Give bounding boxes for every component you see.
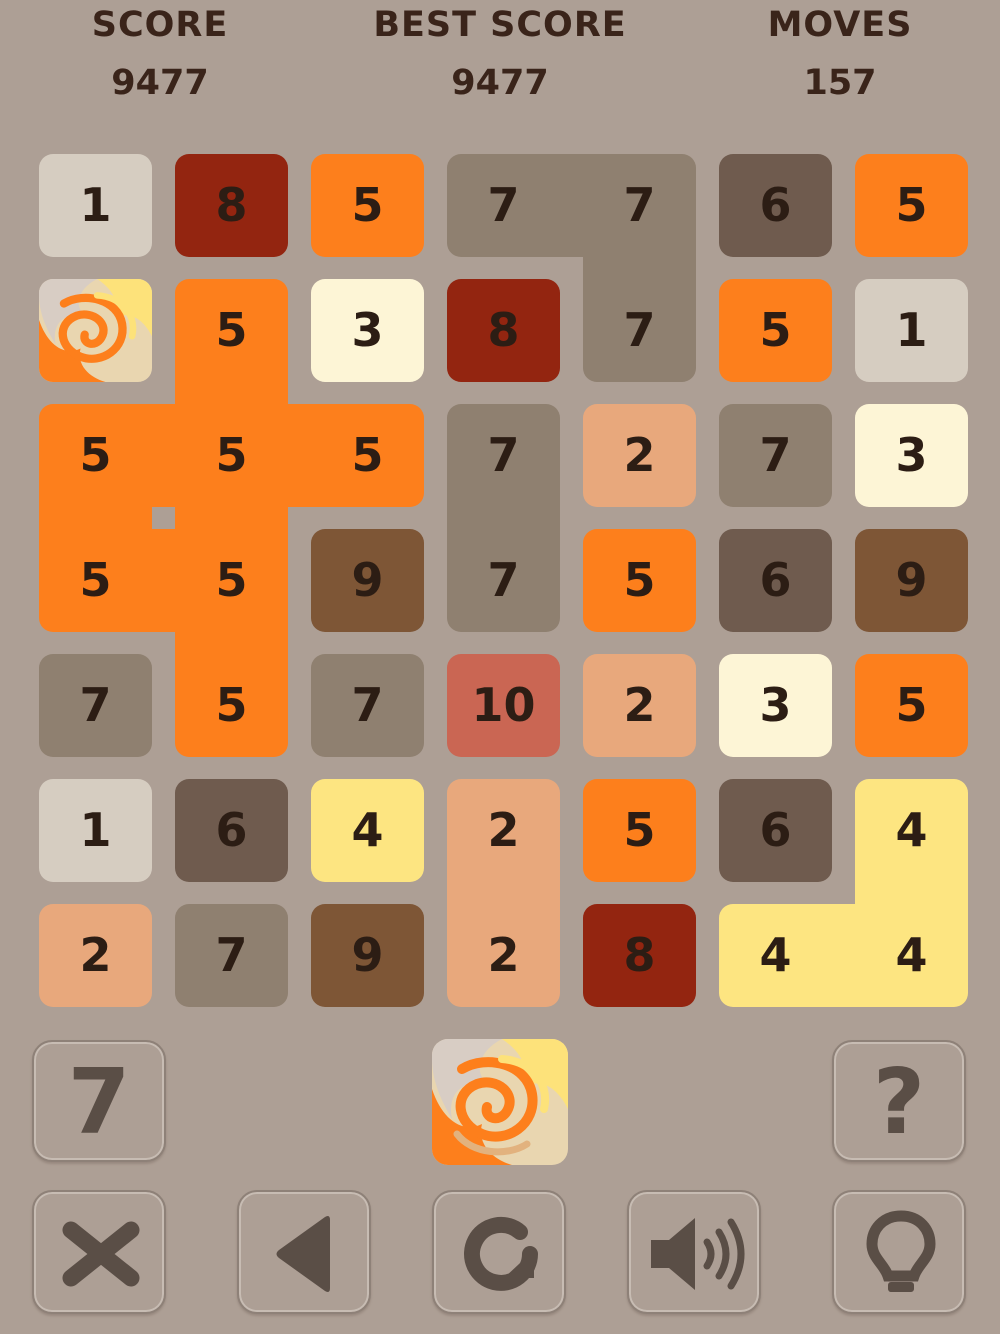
tile-number: 1 [79,178,112,232]
sound-button[interactable] [627,1190,761,1314]
tile-number: 8 [215,178,248,232]
tile-number: 5 [351,428,384,482]
swirl-bomb-tile[interactable] [39,279,152,382]
tile-number: 8 [487,303,520,357]
tile-number: 5 [895,678,928,732]
tile-number: 5 [215,303,248,357]
tile-number: 6 [759,178,792,232]
tile-bridge [175,382,288,404]
swirl-bomb-icon [39,279,152,382]
tile-number: 5 [215,428,248,482]
tile-number: 10 [471,678,536,732]
restart-icon [464,1216,538,1291]
tile-number: 1 [895,303,928,357]
tile-bridge [39,507,152,529]
tile-number: 5 [623,553,656,607]
tile-bridge [447,882,560,904]
tile-number: 7 [79,678,112,732]
tile-number: 9 [351,553,384,607]
close-icon [62,1221,140,1287]
tile-number: 5 [351,178,384,232]
tile-number: 1 [79,803,112,857]
sound-icon [651,1218,745,1290]
hint-bulb-icon [866,1210,936,1292]
help-button[interactable]: ? [832,1040,966,1162]
tile-number: 5 [895,178,928,232]
tile-number: 7 [487,428,520,482]
tile-number: 4 [759,928,792,982]
tile-bridge [288,404,311,507]
tile-number: 4 [895,928,928,982]
next-tile-button[interactable]: 7 [32,1040,166,1162]
tile-bridge [447,507,560,529]
tile-number: 7 [215,928,248,982]
tile-number: 4 [895,803,928,857]
tile-number: 6 [759,553,792,607]
tile-number: 4 [351,803,384,857]
tile-number: 7 [487,553,520,607]
tile-number: 5 [79,428,112,482]
tile-number: 6 [215,803,248,857]
tile-number: 6 [759,803,792,857]
tile-number: 5 [215,553,248,607]
tile-number: 2 [623,678,656,732]
tile-number: 7 [487,178,520,232]
help-label: ? [872,1050,926,1155]
tile-bridge [583,257,696,279]
tile-number: 7 [623,303,656,357]
tile-number: 2 [623,428,656,482]
tile-bridge [560,154,583,257]
tile-number: 3 [759,678,792,732]
back-icon [276,1216,330,1292]
tile-number: 3 [895,428,928,482]
tile-bridge [152,404,175,507]
tile-number: 5 [759,303,792,357]
tile-bridge [175,507,288,529]
tile-number: 7 [351,678,384,732]
next-tile-value: 7 [67,1050,131,1155]
tile-number: 5 [215,678,248,732]
tile-number: 8 [623,928,656,982]
close-button[interactable] [32,1190,166,1314]
tile-bridge [152,529,175,632]
tile-number: 2 [487,928,520,982]
tile-bridge [832,904,855,1007]
tile-number: 9 [895,553,928,607]
current-piece[interactable] [432,1039,568,1165]
restart-button[interactable] [432,1190,566,1314]
tile-number: 7 [759,428,792,482]
tile-number: 7 [623,178,656,232]
back-button[interactable] [237,1190,371,1314]
tile-number: 2 [487,803,520,857]
tile-number: 5 [623,803,656,857]
tile-number: 3 [351,303,384,357]
tile-bridge [855,882,968,904]
hint-button[interactable] [832,1190,966,1314]
tile-number: 2 [79,928,112,982]
game-board[interactable]: 1 8 5 7 7 7 6 5 5 5 5 5 5 5 5 3 8 5 1 7 7 2 7 3 9 5 6 9 7 7 10 2 3 5 1 6 4 2 2… [0,0,1000,1020]
tile-number: 9 [351,928,384,982]
tile-bridge [175,632,288,654]
swirl-bomb-icon [432,1039,568,1165]
tile-number: 5 [79,553,112,607]
